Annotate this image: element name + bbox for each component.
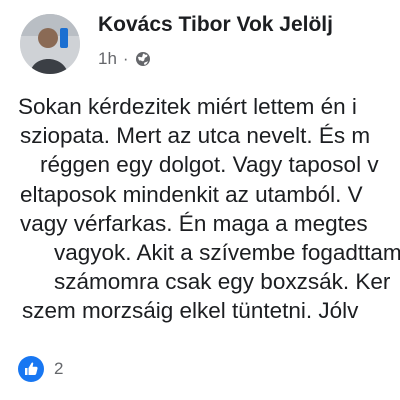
post-text-line: vagy vérfarkas. Én maga a megtes xyxy=(20,210,368,236)
post-body: Sokan kérdezitek miért lettem én i sziop… xyxy=(18,92,400,326)
reaction-count[interactable]: 2 xyxy=(54,359,63,379)
post-text-line: réggen egy dolgot. Vagy taposol v xyxy=(40,152,379,178)
avatar[interactable] xyxy=(20,14,80,74)
globe-icon[interactable] xyxy=(135,51,151,67)
post-text-line: számomra csak egy boxzsák. Ker xyxy=(54,269,391,295)
post-meta: 1h · xyxy=(98,49,151,69)
post-text-line: szem morzsáig elkel tüntetni. Jólv xyxy=(22,298,359,324)
like-icon xyxy=(18,356,44,382)
post-time[interactable]: 1h xyxy=(98,49,117,69)
reaction-summary[interactable]: 2 xyxy=(18,356,63,382)
post-text-line: sziopata. Mert az utca nevelt. És m xyxy=(20,123,371,149)
post-text-line: Sokan kérdezitek miért lettem én i xyxy=(18,94,357,119)
post-text-line: eltaposok mindenkit az utamból. V xyxy=(20,181,363,207)
author-name[interactable]: Kovács Tibor Vok Jelölj xyxy=(98,13,333,37)
meta-separator: · xyxy=(122,49,129,68)
avatar-photo xyxy=(20,14,80,74)
post-text-line: vagyok. Akit a szívembe fogadttam xyxy=(54,239,400,265)
facebook-post: Kovács Tibor Vok Jelölj 1h · Sokan kérde… xyxy=(0,0,400,400)
